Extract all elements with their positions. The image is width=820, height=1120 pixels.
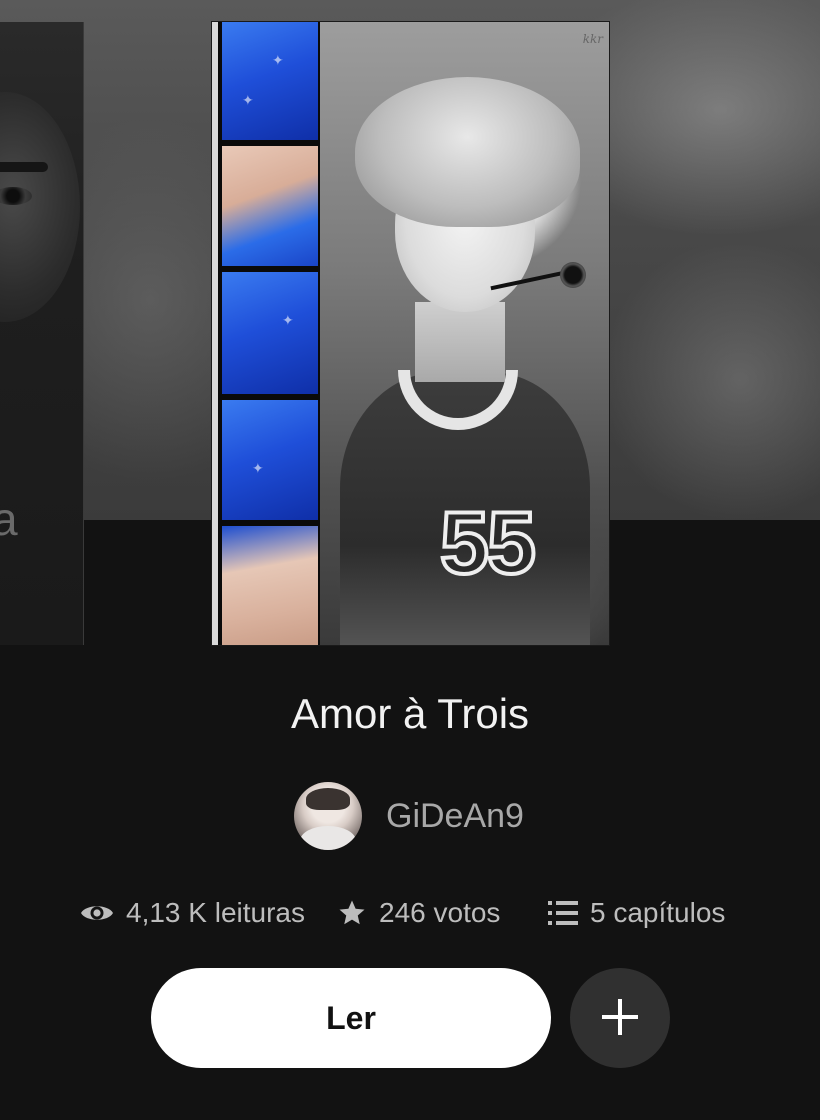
cover-strip-panel: ✦ <box>222 272 318 394</box>
story-cover[interactable]: ✦ ✦ ✦ ✦ 55 kkr <box>211 21 610 646</box>
previous-cover-face <box>0 92 80 322</box>
headset-mic <box>560 262 586 288</box>
read-button[interactable]: Ler <box>151 968 551 1068</box>
cover-strip-panel <box>222 526 318 645</box>
author-name[interactable]: GiDeAn9 <box>386 797 524 836</box>
list-icon <box>548 900 578 926</box>
cover-strip-panel: ✦ <box>222 400 318 520</box>
add-to-library-button[interactable] <box>570 968 670 1068</box>
chapters-label[interactable]: 5 capítulos <box>590 897 725 929</box>
previous-story-cover[interactable]: a <box>0 22 84 645</box>
cover-portrait-neck <box>415 302 505 382</box>
reads-label: 4,13 K leituras <box>126 897 305 928</box>
previous-cover-title-fragment: a <box>0 492 18 546</box>
story-details-screen: a ✦ ✦ ✦ ✦ 55 kkr A <box>0 0 820 1120</box>
story-title: Amor à Trois <box>290 690 530 737</box>
votes-label: 246 votos <box>379 897 501 928</box>
previous-cover-brow <box>0 162 48 172</box>
avatar-body <box>300 826 356 850</box>
cover-strip-panel: ✦ ✦ <box>222 22 318 140</box>
chapters-stat[interactable]: 5 capítulos <box>548 888 725 938</box>
cover-portrait: 55 kkr <box>320 22 609 645</box>
cover-portrait-hair <box>355 77 580 227</box>
author-row[interactable]: GiDeAn9 <box>294 782 524 850</box>
cover-strip-panel <box>222 146 318 266</box>
story-stats: 4,13 K leituras 246 votos 5 capítulos <box>0 888 820 938</box>
cover-signature: kkr <box>582 32 603 46</box>
cover-jersey-number: 55 <box>438 491 538 594</box>
votes-stat: 246 votos <box>337 888 500 938</box>
star-icon <box>337 898 367 928</box>
eye-icon <box>80 901 114 925</box>
reads-stat: 4,13 K leituras <box>80 888 305 938</box>
plus-icon <box>600 997 640 1040</box>
avatar-hair <box>306 788 350 810</box>
author-avatar[interactable] <box>294 782 362 850</box>
cover-photo-strip: ✦ ✦ ✦ ✦ <box>218 22 322 645</box>
